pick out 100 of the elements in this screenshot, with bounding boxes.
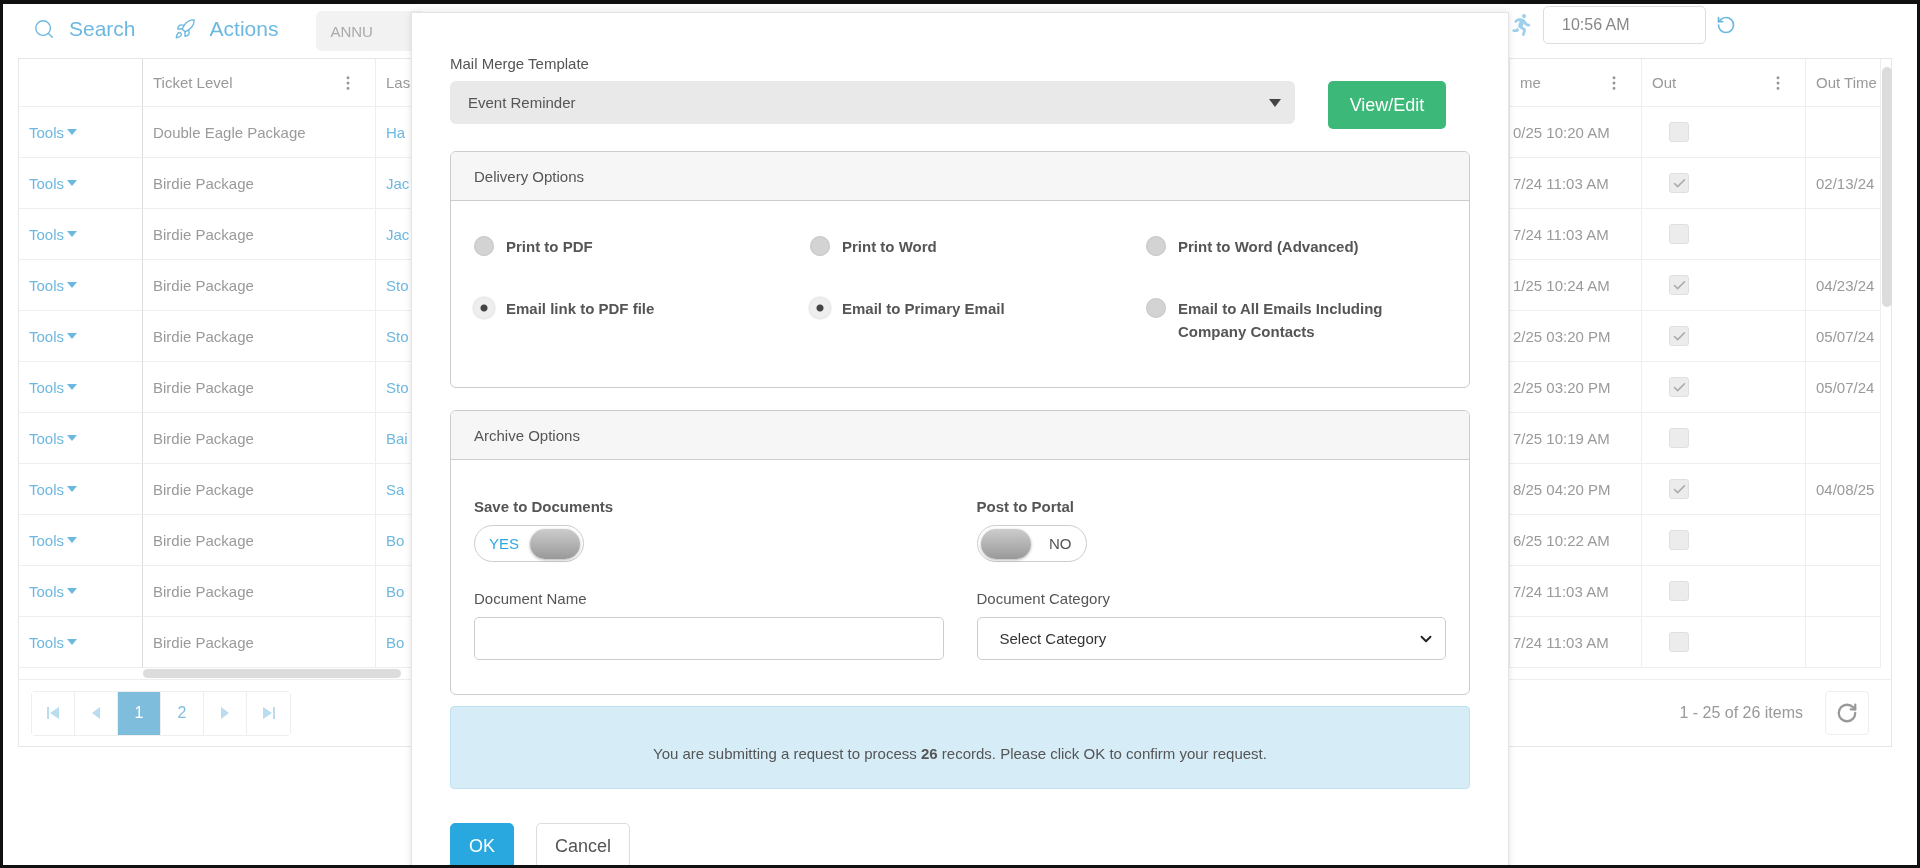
radio-label[interactable]: Print to Word (Advanced) xyxy=(1178,235,1359,258)
column-header[interactable]: me xyxy=(1520,74,1605,91)
column-header[interactable]: Las xyxy=(386,74,411,91)
tools-menu[interactable]: Tools xyxy=(29,429,78,447)
table-cell: 6/25 10:22 AM xyxy=(1513,531,1610,549)
checkbox[interactable] xyxy=(1669,632,1689,652)
caret-icon xyxy=(67,180,78,186)
table-cell: 7/24 11:03 AM xyxy=(1513,225,1609,243)
radio-button[interactable] xyxy=(474,298,494,318)
scrollbar[interactable] xyxy=(1882,67,1892,307)
radio-label[interactable]: Email to Primary Email xyxy=(842,297,1005,320)
table-cell: 04/08/25 xyxy=(1816,480,1875,498)
column-header[interactable]: Out Time xyxy=(1816,74,1880,91)
tools-menu[interactable]: Tools xyxy=(29,327,78,345)
tools-menu[interactable]: Tools xyxy=(29,378,78,396)
name-link[interactable]: Ha xyxy=(386,123,406,141)
triangle-icon xyxy=(90,707,102,719)
checkbox[interactable] xyxy=(1669,326,1689,346)
tools-menu[interactable]: Tools xyxy=(29,123,78,141)
radio-label[interactable]: Print to Word xyxy=(842,235,937,258)
page-button[interactable]: 1 xyxy=(118,691,161,735)
tools-menu[interactable]: Tools xyxy=(29,276,78,294)
info-text: You are submitting a request to process 26 records. Please click OK to confirm your request. xyxy=(653,745,1267,762)
running-person-icon[interactable] xyxy=(1511,14,1533,36)
tools-menu[interactable]: Tools xyxy=(29,633,78,651)
radio-label[interactable]: Print to PDF xyxy=(506,235,593,258)
table-cell: Birdie Package xyxy=(153,327,254,345)
search-link[interactable]: Search xyxy=(33,17,136,41)
scrollbar[interactable] xyxy=(143,669,401,678)
radio-label[interactable]: Email to All Emails Including Company Contacts xyxy=(1178,297,1418,343)
table-cell: 04/23/24 xyxy=(1816,276,1875,294)
caret-icon xyxy=(67,384,78,390)
table-cell: 7/24 11:03 AM xyxy=(1513,582,1609,600)
first-page-button[interactable] xyxy=(32,691,75,735)
table-cell: Birdie Package xyxy=(153,276,254,294)
toggle-switch[interactable]: YES xyxy=(474,525,584,562)
checkbox[interactable] xyxy=(1669,530,1689,550)
undo-icon[interactable] xyxy=(1716,15,1736,35)
category-select[interactable]: Select Category xyxy=(976,617,1446,660)
search-icon xyxy=(33,18,55,40)
name-link[interactable]: Jac xyxy=(386,174,410,192)
radio-label[interactable]: Email link to PDF file xyxy=(506,297,655,320)
tools-menu[interactable]: Tools xyxy=(29,174,78,192)
name-link[interactable]: Bo xyxy=(386,582,405,600)
checkbox[interactable] xyxy=(1669,377,1689,397)
rocket-icon xyxy=(173,18,196,40)
radio-button[interactable] xyxy=(1146,236,1166,256)
toggle-switch[interactable]: NO xyxy=(976,525,1087,562)
refresh-button[interactable] xyxy=(1825,691,1869,735)
name-link[interactable]: Bai xyxy=(386,429,408,447)
tools-menu[interactable]: Tools xyxy=(29,531,78,549)
table-cell: Birdie Package xyxy=(153,531,254,549)
name-link[interactable]: Jac xyxy=(386,225,410,243)
name-link[interactable]: Bo xyxy=(386,633,405,651)
checkbox[interactable] xyxy=(1669,122,1689,142)
caret-icon xyxy=(67,486,78,492)
radio-button[interactable] xyxy=(474,236,494,256)
tools-menu[interactable]: Tools xyxy=(29,582,78,600)
table-cell: Birdie Package xyxy=(153,480,254,498)
tools-menu[interactable]: Tools xyxy=(29,225,78,243)
checkbox[interactable] xyxy=(1669,275,1689,295)
checkbox[interactable] xyxy=(1669,581,1689,601)
name-link[interactable]: Sto xyxy=(386,378,409,396)
input-field[interactable] xyxy=(474,617,944,660)
template-select[interactable]: Event Reminder xyxy=(450,81,1295,124)
column-header[interactable]: Out xyxy=(1652,74,1769,91)
table-cell: Birdie Package xyxy=(153,378,254,396)
time-field[interactable]: 10:56 AM xyxy=(1543,6,1706,44)
tools-menu[interactable]: Tools xyxy=(29,480,78,498)
caret-icon xyxy=(67,231,78,237)
field-label: Document Category xyxy=(976,590,1111,607)
skip-icon xyxy=(262,707,275,719)
radio-button[interactable] xyxy=(810,298,830,318)
view-edit-button[interactable]: View/Edit xyxy=(1328,81,1446,129)
checkbox[interactable] xyxy=(1669,224,1689,244)
radio-button[interactable] xyxy=(1146,298,1166,318)
caret-icon xyxy=(67,435,78,441)
table-cell: 2/25 03:20 PM xyxy=(1513,327,1611,345)
cancel-button[interactable]: Cancel xyxy=(536,823,631,865)
ok-button[interactable]: OK xyxy=(450,823,514,865)
column-header[interactable]: Ticket Level xyxy=(153,74,339,91)
checkbox[interactable] xyxy=(1669,479,1689,499)
name-link[interactable]: Bo xyxy=(386,531,405,549)
table-cell: 05/07/24 xyxy=(1816,378,1875,396)
checkbox[interactable] xyxy=(1669,428,1689,448)
skip-icon xyxy=(47,707,59,719)
checkbox[interactable] xyxy=(1669,173,1689,193)
name-link[interactable]: Sto xyxy=(386,327,409,345)
table-cell: 05/07/24 xyxy=(1816,327,1875,345)
name-link[interactable]: Sto xyxy=(386,276,409,294)
table-cell: 8/25 04:20 PM xyxy=(1513,480,1611,498)
name-link[interactable]: Sa xyxy=(386,480,405,498)
actions-link[interactable]: Actions xyxy=(173,17,279,41)
caret-icon xyxy=(67,129,78,135)
table-cell: Birdie Package xyxy=(153,429,254,447)
table-cell: 02/13/24 xyxy=(1816,174,1875,192)
radio-button[interactable] xyxy=(810,236,830,256)
table-cell: Birdie Package xyxy=(153,582,254,600)
caret-icon xyxy=(67,333,78,339)
toggle-label: Post to Portal xyxy=(976,498,1075,515)
